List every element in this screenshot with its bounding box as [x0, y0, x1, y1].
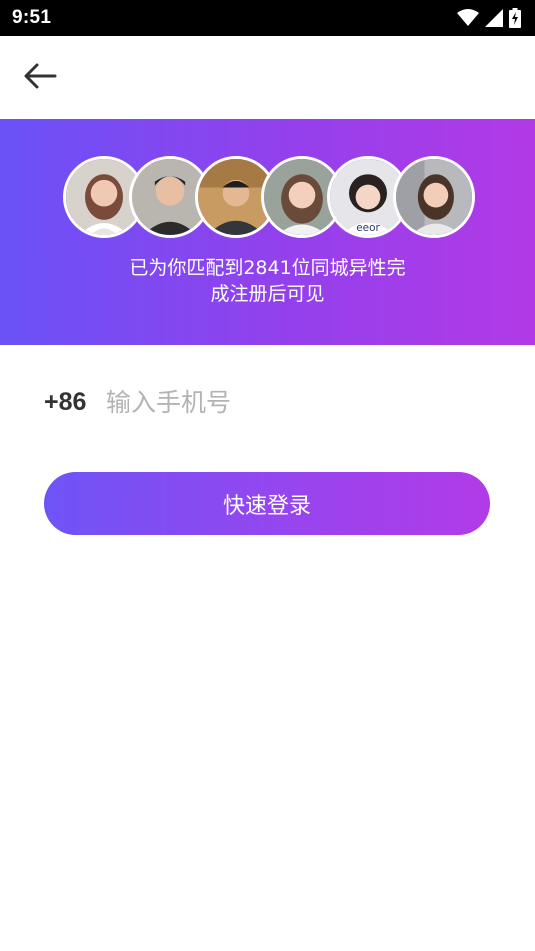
- match-banner: eeor 已为你匹配到2841位同城异性完 成注册后可见: [0, 119, 535, 345]
- status-bar: 9:51: [0, 0, 535, 36]
- svg-text:eeor: eeor: [356, 222, 380, 234]
- avatar: [393, 156, 475, 238]
- avatar-group: eeor: [0, 156, 535, 238]
- match-message-line1: 已为你匹配到2841位同城异性完: [129, 257, 406, 279]
- wifi-icon: [457, 9, 479, 27]
- signal-icon: [485, 9, 503, 27]
- country-code[interactable]: +86: [44, 388, 106, 417]
- app-bar: [0, 36, 535, 119]
- login-screen: 9:51 eeor 已为你匹配到2841位同城异性完 成注册后可见 +86 输入…: [0, 0, 535, 951]
- phone-row: +86: [44, 380, 490, 424]
- status-icons: [457, 8, 521, 28]
- phone-input[interactable]: [106, 387, 490, 417]
- status-time: 9:51: [12, 7, 52, 28]
- arrow-left-icon: [23, 63, 57, 93]
- quick-login-button[interactable]: 快速登录: [44, 472, 490, 535]
- back-button[interactable]: [18, 56, 62, 100]
- match-message: 已为你匹配到2841位同城异性完 成注册后可见: [0, 255, 535, 307]
- battery-charging-icon: [509, 8, 521, 28]
- match-message-line2: 成注册后可见: [210, 283, 325, 305]
